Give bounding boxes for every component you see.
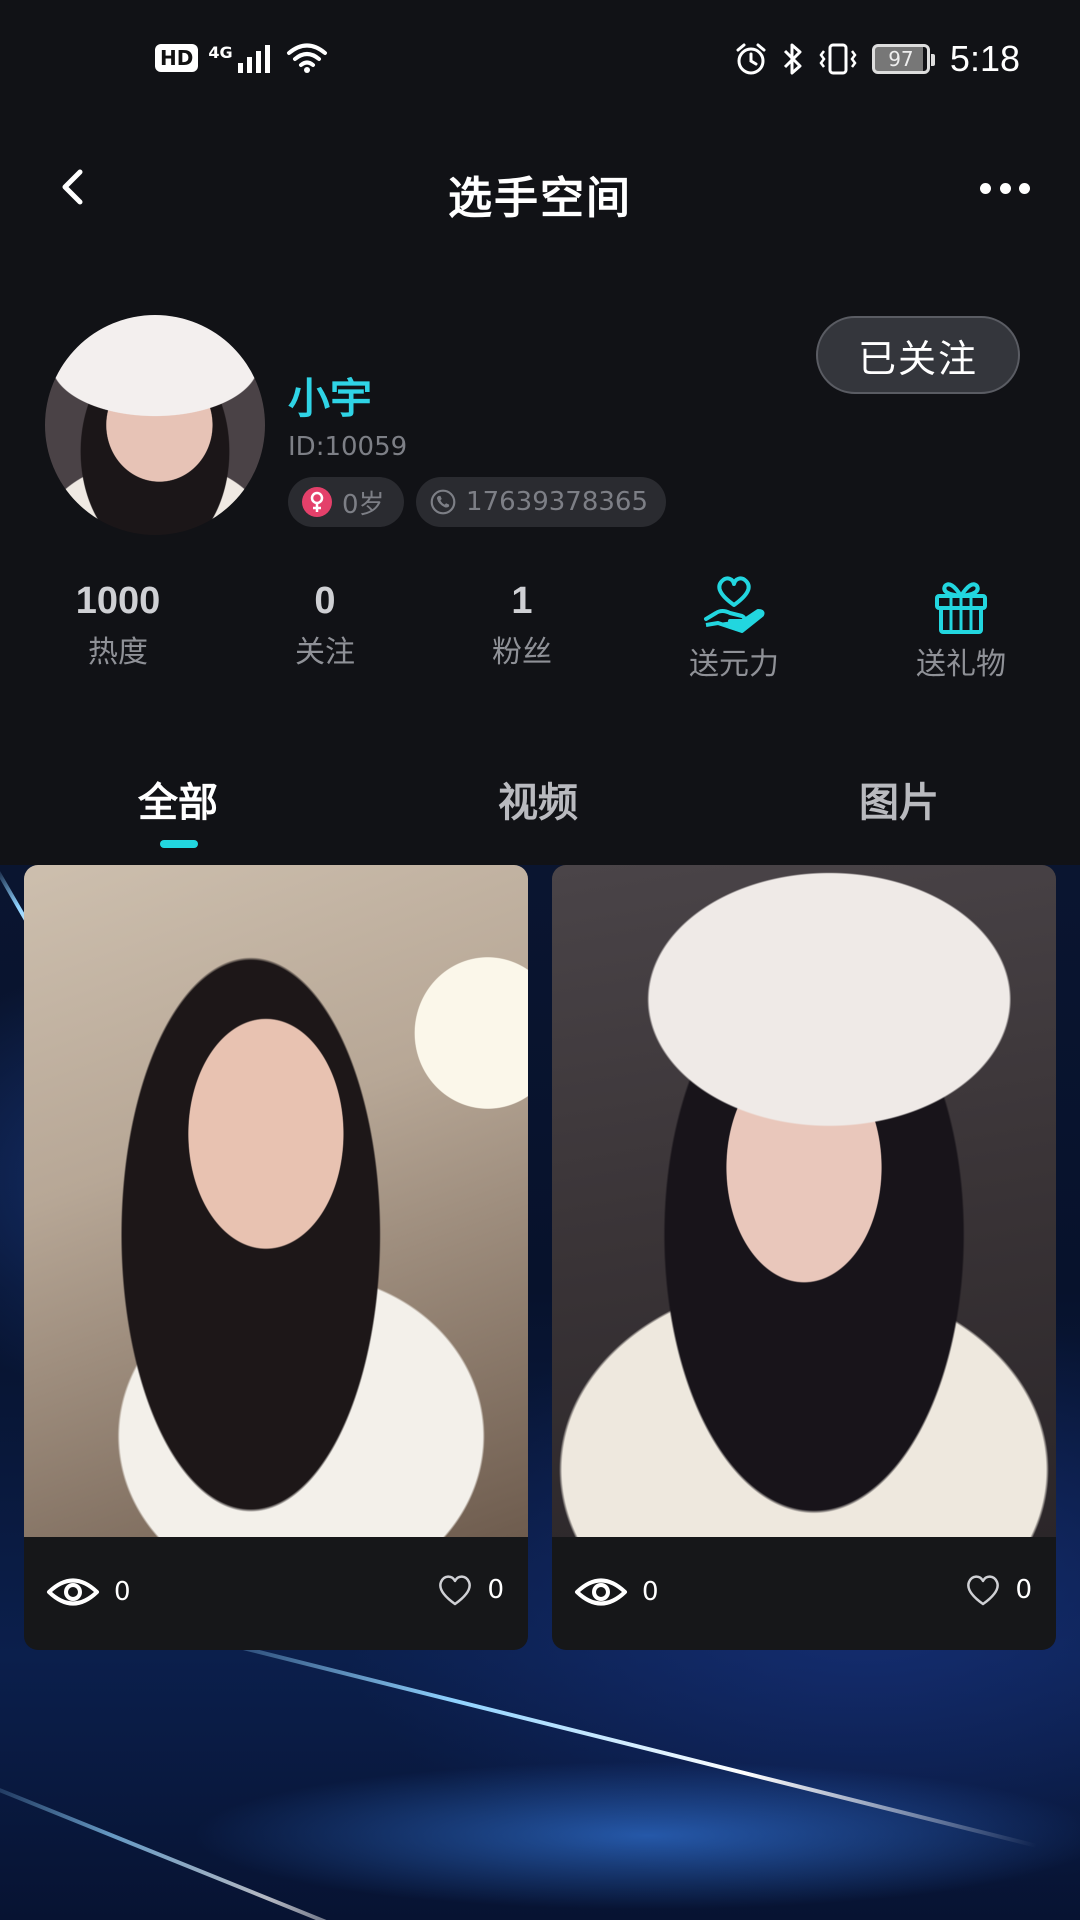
age-text: 0岁 bbox=[342, 489, 385, 520]
eye-icon bbox=[47, 1578, 99, 1606]
eye-icon bbox=[575, 1578, 627, 1606]
more-dot-icon bbox=[999, 182, 1011, 194]
post-photo[interactable] bbox=[552, 865, 1056, 1537]
stat-label: 粉丝 bbox=[492, 635, 552, 670]
like-count[interactable]: 0 bbox=[437, 1573, 504, 1607]
signal-bars-icon bbox=[237, 45, 270, 73]
wifi-icon bbox=[286, 43, 327, 73]
stat-value: 1000 bbox=[75, 580, 161, 622]
page-title: 选手空间 bbox=[448, 173, 632, 224]
post-card[interactable]: 0 0 bbox=[24, 865, 528, 1650]
stat-following[interactable]: 0 关注 bbox=[275, 580, 375, 671]
view-count: 0 bbox=[46, 1575, 131, 1609]
post-footer: 0 0 bbox=[552, 1537, 1056, 1650]
post-grid[interactable]: 0 0 0 0 bbox=[0, 865, 1080, 1920]
stat-label: 关注 bbox=[295, 635, 355, 670]
signal-icon: 4G bbox=[208, 43, 275, 73]
follow-button[interactable]: 已关注 bbox=[816, 316, 1020, 394]
more-dot-icon bbox=[1019, 182, 1030, 194]
like-count[interactable]: 0 bbox=[965, 1573, 1032, 1607]
send-gift-label: 送礼物 bbox=[916, 647, 1006, 682]
clock: 5:18 bbox=[949, 38, 1020, 79]
more-dot-icon bbox=[980, 182, 991, 194]
phone-icon bbox=[430, 489, 456, 515]
female-icon bbox=[302, 487, 332, 517]
post-footer: 0 0 bbox=[24, 1537, 528, 1650]
battery-indicator: 97 bbox=[871, 44, 935, 74]
view-count-value: 0 bbox=[114, 1577, 131, 1607]
heart-icon bbox=[439, 1575, 472, 1606]
like-count-value: 0 bbox=[1015, 1575, 1032, 1605]
user-id: ID:10059 bbox=[288, 432, 408, 462]
network-label: 4G bbox=[208, 43, 233, 62]
stat-value: 0 bbox=[314, 580, 336, 622]
tab-video[interactable]: 视频 bbox=[498, 770, 578, 828]
status-right: 97 5:18 bbox=[734, 38, 1020, 80]
bluetooth-icon bbox=[783, 43, 802, 75]
send-energy-button[interactable]: 送元力 bbox=[664, 575, 804, 683]
stat-fans[interactable]: 1 粉丝 bbox=[472, 580, 572, 671]
stat-label: 热度 bbox=[88, 635, 148, 670]
post-photo[interactable] bbox=[24, 865, 528, 1537]
tab-indicator bbox=[160, 840, 198, 848]
status-bar: HD 4G 97 5:18 bbox=[0, 0, 1080, 125]
user-name: 小宇 bbox=[288, 374, 373, 423]
stat-value: 1 bbox=[511, 580, 533, 622]
avatar[interactable] bbox=[45, 315, 265, 535]
post-card[interactable]: 0 0 bbox=[552, 865, 1056, 1650]
send-gift-button[interactable]: 送礼物 bbox=[891, 575, 1031, 683]
status-left: HD 4G bbox=[155, 42, 328, 74]
background-streak bbox=[162, 1626, 1038, 1848]
view-count: 0 bbox=[574, 1575, 659, 1609]
content-tabs: 全部 视频 图片 bbox=[0, 760, 1080, 865]
background-streak bbox=[0, 1771, 423, 1920]
hd-badge: HD bbox=[155, 44, 199, 72]
gift-icon bbox=[935, 582, 987, 634]
tab-photo[interactable]: 图片 bbox=[859, 770, 939, 828]
heart-hand-icon bbox=[704, 576, 765, 633]
phone-chip[interactable]: 17639378365 bbox=[416, 477, 666, 527]
alarm-icon bbox=[736, 43, 766, 75]
age-chip: 0岁 bbox=[288, 477, 404, 527]
stat-heat[interactable]: 1000 热度 bbox=[68, 580, 168, 671]
tab-all[interactable]: 全部 bbox=[138, 770, 218, 828]
view-count-value: 0 bbox=[642, 1577, 659, 1607]
send-energy-label: 送元力 bbox=[689, 647, 779, 682]
more-button[interactable] bbox=[980, 178, 1030, 198]
phone-number: 17639378365 bbox=[466, 487, 648, 517]
like-count-value: 0 bbox=[487, 1575, 504, 1605]
vibrate-icon bbox=[819, 43, 857, 75]
nav-bar: 选手空间 bbox=[0, 140, 1080, 240]
heart-icon bbox=[967, 1575, 1000, 1606]
